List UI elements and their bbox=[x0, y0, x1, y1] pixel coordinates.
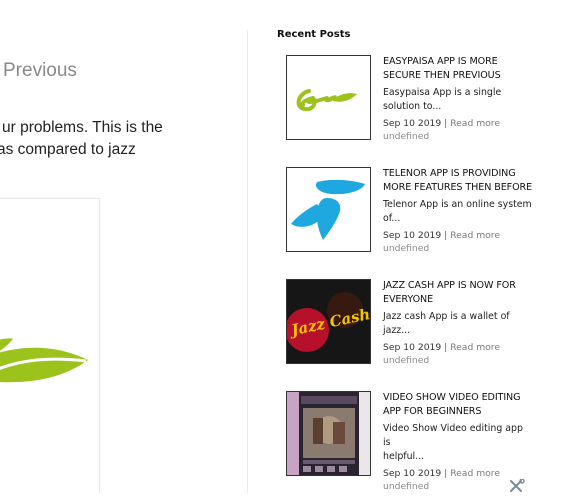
read-more-link[interactable]: Read more bbox=[450, 118, 500, 129]
recent-post-item[interactable]: TELENOR APP IS PROVIDING MORE FEATURES T… bbox=[286, 167, 556, 257]
post-excerpt-line-1: Telenor App is an online system bbox=[383, 199, 532, 210]
article-image bbox=[0, 198, 100, 493]
post-date: Sep 10 2019 bbox=[383, 342, 442, 353]
article-body-line-2: as compared to jazz bbox=[0, 141, 136, 158]
post-title-line-2: EVERYONE bbox=[383, 294, 434, 305]
recent-post-item[interactable]: VIDEO SHOW VIDEO EDITING APP FOR BEGINNE… bbox=[286, 391, 556, 492]
post-title-link[interactable]: EASYPAISA APP IS MORE SECURE THEN PREVIO… bbox=[383, 55, 535, 83]
article-title: Previous bbox=[3, 60, 77, 81]
post-title-line-1: JAZZ CASH APP IS NOW FOR bbox=[383, 280, 516, 291]
post-date: Sep 10 2019 bbox=[383, 118, 442, 129]
tools-icon[interactable] bbox=[508, 478, 526, 493]
post-title-line-2: SECURE THEN PREVIOUS bbox=[383, 70, 501, 81]
main-article: Previous ur problems. This is the as com… bbox=[0, 0, 248, 493]
post-date: Sep 10 2019 bbox=[383, 230, 442, 241]
jazzcash-logo-icon: Jazz Cash bbox=[287, 280, 370, 363]
post-excerpt: Jazz cash App is a wallet of jazz... bbox=[383, 310, 533, 338]
post-excerpt-line-2: helpful... bbox=[383, 451, 425, 462]
post-text: JAZZ CASH APP IS NOW FOR EVERYONE Jazz c… bbox=[383, 279, 543, 367]
telenor-logo-icon bbox=[291, 179, 365, 240]
recent-posts-heading: Recent Posts bbox=[277, 29, 351, 40]
video-show-app-screenshot-icon bbox=[287, 392, 370, 475]
easypaisa-leaf-icon bbox=[0, 338, 88, 383]
post-text: EASYPAISA APP IS MORE SECURE THEN PREVIO… bbox=[383, 55, 543, 143]
meta-separator: | bbox=[444, 230, 448, 241]
sidebar: Recent Posts EASYPAISA APP IS MORE SECUR… bbox=[277, 0, 565, 493]
post-excerpt-line-1: Video Show Video editing app is bbox=[383, 423, 523, 448]
recent-post-item[interactable]: Jazz Cash JAZZ CASH APP IS NOW FOR EVERY… bbox=[286, 279, 556, 369]
post-author: undefined bbox=[383, 243, 430, 254]
article-body-line-1: ur problems. This is the bbox=[2, 119, 163, 136]
post-author: undefined bbox=[383, 131, 430, 142]
post-excerpt: Telenor App is an online system of... bbox=[383, 198, 533, 226]
post-excerpt: Easypaisa App is a single solution to... bbox=[383, 86, 533, 114]
post-date: Sep 10 2019 bbox=[383, 468, 442, 479]
post-text: TELENOR APP IS PROVIDING MORE FEATURES T… bbox=[383, 167, 543, 255]
post-thumbnail[interactable]: Jazz Cash bbox=[286, 279, 371, 364]
post-title-line-1: VIDEO SHOW VIDEO EDITING bbox=[383, 392, 521, 403]
meta-separator: | bbox=[444, 342, 448, 353]
post-title-line-1: TELENOR APP IS PROVIDING bbox=[383, 168, 516, 179]
post-author: undefined bbox=[383, 355, 430, 366]
post-meta: Sep 10 2019 | Read more undefined bbox=[383, 229, 533, 255]
post-excerpt-line-1: Jazz cash App is a wallet of jazz... bbox=[383, 311, 510, 336]
post-title-link[interactable]: VIDEO SHOW VIDEO EDITING APP FOR BEGINNE… bbox=[383, 391, 535, 419]
post-title-link[interactable]: TELENOR APP IS PROVIDING MORE FEATURES T… bbox=[383, 167, 535, 195]
post-excerpt-line-2: solution to... bbox=[383, 101, 442, 112]
post-meta: Sep 10 2019 | Read more undefined bbox=[383, 341, 533, 367]
read-more-link[interactable]: Read more bbox=[450, 230, 500, 241]
post-text: VIDEO SHOW VIDEO EDITING APP FOR BEGINNE… bbox=[383, 391, 543, 493]
easypaisa-logo-icon bbox=[296, 89, 357, 112]
post-excerpt-line-2: of... bbox=[383, 213, 401, 224]
recent-post-item[interactable]: EASYPAISA APP IS MORE SECURE THEN PREVIO… bbox=[286, 55, 556, 145]
meta-separator: | bbox=[444, 118, 448, 129]
column-divider bbox=[247, 30, 248, 493]
post-title-line-1: EASYPAISA APP IS MORE bbox=[383, 56, 498, 67]
post-title-line-2: MORE FEATURES THEN BEFORε bbox=[383, 182, 533, 193]
read-more-link[interactable]: Read more bbox=[450, 468, 500, 479]
post-title-line-2: APP FOR BEGINNERS bbox=[383, 406, 482, 417]
read-more-link[interactable]: Read more bbox=[450, 342, 500, 353]
post-title-link[interactable]: JAZZ CASH APP IS NOW FOR EVERYONE bbox=[383, 279, 535, 307]
post-thumbnail[interactable] bbox=[286, 55, 371, 140]
post-thumbnail[interactable] bbox=[286, 167, 371, 252]
meta-separator: | bbox=[444, 468, 448, 479]
post-excerpt-line-1: Easypaisa App is a single bbox=[383, 87, 502, 98]
post-excerpt: Video Show Video editing app is helpful.… bbox=[383, 422, 533, 464]
post-thumbnail[interactable] bbox=[286, 391, 371, 476]
post-meta: Sep 10 2019 | Read more undefined bbox=[383, 117, 533, 143]
